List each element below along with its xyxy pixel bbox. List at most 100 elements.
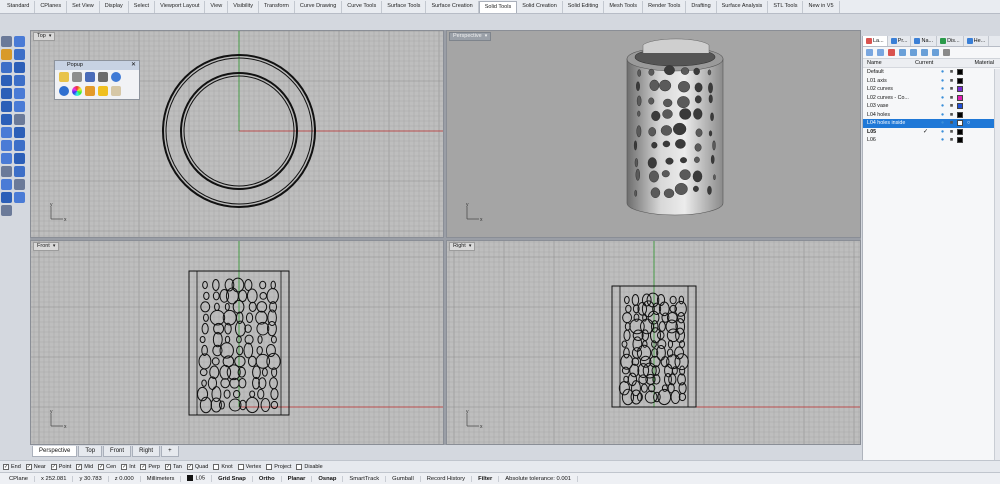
viewport-right[interactable]: Right ▾ xy — [446, 240, 861, 445]
lock-icon[interactable]: ■ — [948, 69, 955, 75]
visibility-bulb-icon[interactable]: ● — [939, 78, 946, 84]
material-icon[interactable] — [965, 112, 972, 118]
layer-name[interactable]: L05 — [863, 129, 923, 135]
osnap-cen[interactable]: ✓ Cen — [98, 463, 116, 470]
tool-button-icon[interactable] — [1, 62, 12, 73]
material-icon[interactable] — [965, 69, 972, 75]
tool-button-icon[interactable] — [14, 140, 25, 151]
checkbox-icon[interactable]: ✓ — [3, 463, 9, 470]
tool-button-icon[interactable] — [1, 75, 12, 86]
layer-color-swatch[interactable] — [957, 77, 963, 84]
lock-icon[interactable]: ■ — [948, 95, 955, 101]
toolbar-tab[interactable]: Solid Tools — [478, 1, 518, 13]
toolbar-tab[interactable]: New in V5 — [803, 1, 840, 13]
material-icon[interactable] — [965, 95, 972, 101]
tool-button-icon[interactable] — [1, 205, 12, 216]
lock-icon[interactable]: ■ — [948, 129, 955, 135]
osnap-near[interactable]: ✓ Near — [25, 463, 46, 470]
panel-tab[interactable]: Na... — [911, 36, 938, 46]
osnap-int[interactable]: ✓ Int — [121, 463, 135, 470]
render-sphere-icon[interactable] — [59, 86, 69, 96]
new-layer-icon[interactable] — [866, 49, 873, 56]
layer-name[interactable]: L04 holes — [863, 112, 923, 118]
move-up-icon[interactable] — [899, 49, 906, 56]
panel-tab[interactable]: Dis... — [937, 36, 964, 46]
current-layer-check-icon[interactable]: ✓ — [923, 128, 939, 135]
tool-button-icon[interactable] — [14, 166, 25, 177]
move-down-icon[interactable] — [910, 49, 917, 56]
checkbox-icon[interactable] — [296, 463, 303, 470]
filter-button[interactable]: Filter — [472, 475, 500, 482]
record-history-button[interactable]: Record History — [421, 475, 473, 482]
tool-button-icon[interactable] — [14, 49, 25, 60]
tool-button-icon[interactable] — [1, 153, 12, 164]
checkbox-icon[interactable]: ✓ — [50, 463, 57, 470]
osnap-knot[interactable]: Knot — [213, 463, 233, 470]
tool-button-icon[interactable] — [1, 179, 12, 190]
osnap-perp[interactable]: ✓ Perp — [140, 463, 160, 470]
tool-button-icon[interactable] — [1, 192, 12, 203]
layer-name[interactable]: L06 — [863, 137, 923, 143]
toolbar-tab[interactable]: Curve Drawing — [295, 1, 343, 13]
tab-perspective[interactable]: Perspective — [32, 446, 78, 457]
visibility-bulb-icon[interactable]: ● — [939, 120, 946, 126]
layer-row[interactable]: L02 curves - Co... ● ■ — [863, 94, 1000, 103]
material-icon[interactable]: ○ — [965, 120, 972, 126]
tool-button-icon[interactable] — [14, 62, 25, 73]
save-icon[interactable] — [85, 72, 95, 82]
toolbar-tab[interactable]: Surface Creation — [426, 1, 479, 13]
toolbar-tab[interactable]: Mesh Tools — [604, 1, 644, 13]
header-name[interactable]: Name — [863, 59, 915, 67]
popup-toolbar[interactable]: Popup ✕ — [54, 60, 140, 100]
layer-color-swatch[interactable] — [957, 69, 963, 76]
checkbox-icon[interactable] — [213, 463, 220, 470]
lock-icon[interactable]: ■ — [948, 86, 955, 92]
layer-name[interactable]: L01 axis — [863, 78, 923, 84]
layer-row[interactable]: L04 holes ● ■ — [863, 111, 1000, 120]
filter-icon[interactable] — [932, 49, 939, 56]
toolbar-tab[interactable]: Visibility — [228, 1, 260, 13]
toolbar-tab[interactable]: Viewport Layout — [155, 1, 206, 13]
viewport-title-right[interactable]: Right ▾ — [449, 242, 476, 251]
visibility-bulb-icon[interactable]: ● — [939, 137, 946, 143]
checkbox-icon[interactable] — [237, 463, 244, 470]
tab-top[interactable]: Top — [78, 446, 103, 457]
smarttrack-button[interactable]: SmartTrack — [343, 475, 387, 482]
osnap-tan[interactable]: ✓ Tan — [164, 463, 182, 470]
checkbox-icon[interactable]: ✓ — [140, 463, 147, 470]
tool-button-icon[interactable] — [1, 140, 12, 151]
tool-button-icon[interactable] — [14, 75, 25, 86]
tool-button-icon[interactable] — [1, 101, 12, 112]
toolbar-tab[interactable]: Standard — [2, 1, 36, 13]
tab-front[interactable]: Front — [103, 446, 132, 457]
close-icon[interactable]: ✕ — [131, 61, 136, 70]
tool-button-icon[interactable] — [14, 179, 25, 190]
material-icon[interactable] — [965, 78, 972, 84]
layer-name[interactable]: Default — [863, 69, 923, 75]
layer-color-swatch[interactable] — [957, 128, 963, 135]
checkbox-icon[interactable]: ✓ — [76, 463, 83, 470]
material-icon[interactable] — [965, 137, 972, 143]
toolbar-tab[interactable]: Solid Editing — [563, 1, 605, 13]
grid-snap-button[interactable]: Grid Snap — [212, 475, 253, 482]
layer-row[interactable]: L05 ✓ ● ■ — [863, 128, 1000, 137]
checkbox-icon[interactable]: ✓ — [25, 463, 32, 470]
lightning-icon[interactable] — [98, 86, 108, 96]
visibility-bulb-icon[interactable]: ● — [939, 69, 946, 75]
osnap-project[interactable]: Project — [266, 463, 291, 470]
viewport-title-top[interactable]: Top ▾ — [33, 32, 56, 41]
tool-button-icon[interactable] — [1, 114, 12, 125]
tool-button-icon[interactable] — [1, 49, 12, 60]
visibility-bulb-icon[interactable]: ● — [939, 129, 946, 135]
layer-color-swatch[interactable] — [957, 86, 963, 93]
layer-row[interactable]: L02 curves ● ■ — [863, 85, 1000, 94]
osnap-mid[interactable]: ✓ Mid — [76, 463, 93, 470]
visibility-bulb-icon[interactable]: ● — [939, 112, 946, 118]
color-wheel-icon[interactable] — [72, 86, 82, 96]
tool-button-icon[interactable] — [1, 88, 12, 99]
lock-icon[interactable] — [72, 72, 82, 82]
viewport-front[interactable]: Front ▾ xy — [30, 240, 444, 445]
layer-color-swatch[interactable] — [957, 103, 963, 110]
layer-name[interactable]: L02 curves - Co... — [863, 95, 923, 101]
layer-color-swatch[interactable] — [957, 137, 963, 144]
